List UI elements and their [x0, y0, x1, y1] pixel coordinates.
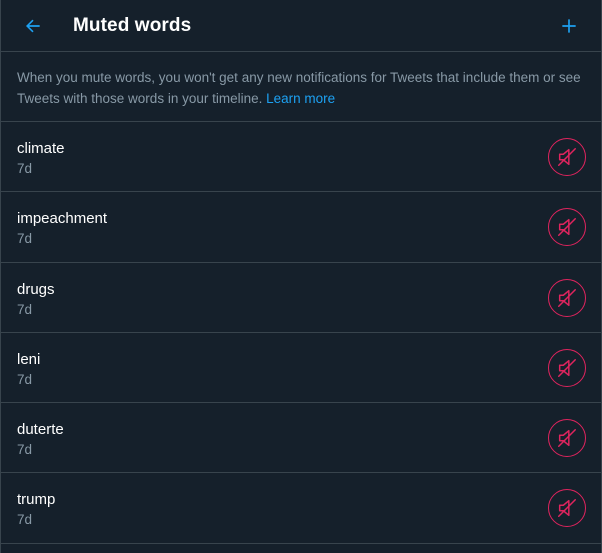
muted-word-age: 7d [17, 301, 33, 317]
unmute-button[interactable] [548, 489, 586, 528]
muted-speaker-icon [558, 288, 576, 307]
muted-word-text: leni [17, 350, 41, 368]
muted-speaker-icon [558, 499, 576, 518]
muted-word-age: 7d [17, 161, 33, 176]
muted-word-row[interactable]: leni 7d [1, 333, 601, 404]
muted-word-row[interactable]: drugs 7d [1, 263, 601, 333]
muted-word-age: 7d [17, 442, 33, 458]
learn-more-link[interactable]: Learn more [266, 91, 335, 106]
back-button[interactable] [19, 12, 47, 40]
muted-word-age: 7d [17, 231, 33, 247]
unmute-button[interactable] [548, 278, 586, 317]
page-header: Muted words [1, 0, 601, 52]
unmute-button[interactable] [548, 208, 586, 247]
page-title: Muted words [73, 15, 192, 36]
muted-word-row[interactable]: trump 7d [1, 473, 601, 544]
muted-speaker-icon [558, 218, 576, 237]
muted-word-text: impeachment [17, 210, 108, 228]
muted-word-row[interactable]: impeachment 7d [1, 192, 601, 263]
unmute-button[interactable] [548, 419, 586, 458]
muted-word-row[interactable]: duterte 7d [1, 403, 601, 474]
muted-word-age: 7d [17, 371, 33, 387]
unmute-button[interactable] [548, 138, 586, 176]
arrow-left-icon [26, 19, 40, 33]
muted-speaker-icon [558, 429, 576, 448]
muted-word-text: drugs [17, 280, 55, 298]
muted-word-text: trump [17, 491, 56, 509]
plus-icon [562, 19, 576, 33]
muted-word-age: 7d [17, 512, 33, 528]
muted-word-text: climate [17, 140, 65, 157]
muted-word-row[interactable]: climate 7d [1, 122, 601, 193]
muted-words-list: climate 7d impeachment 7d drugs 7d leni … [1, 122, 601, 544]
add-muted-word-button[interactable] [555, 12, 583, 40]
muted-words-description: When you mute words, you won't get any n… [1, 52, 601, 122]
muted-speaker-icon [558, 148, 576, 166]
unmute-button[interactable] [548, 348, 586, 387]
muted-speaker-icon [558, 358, 576, 377]
muted-word-text: duterte [17, 421, 64, 439]
muted-words-page: Muted words When you mute words, you won… [0, 0, 602, 553]
